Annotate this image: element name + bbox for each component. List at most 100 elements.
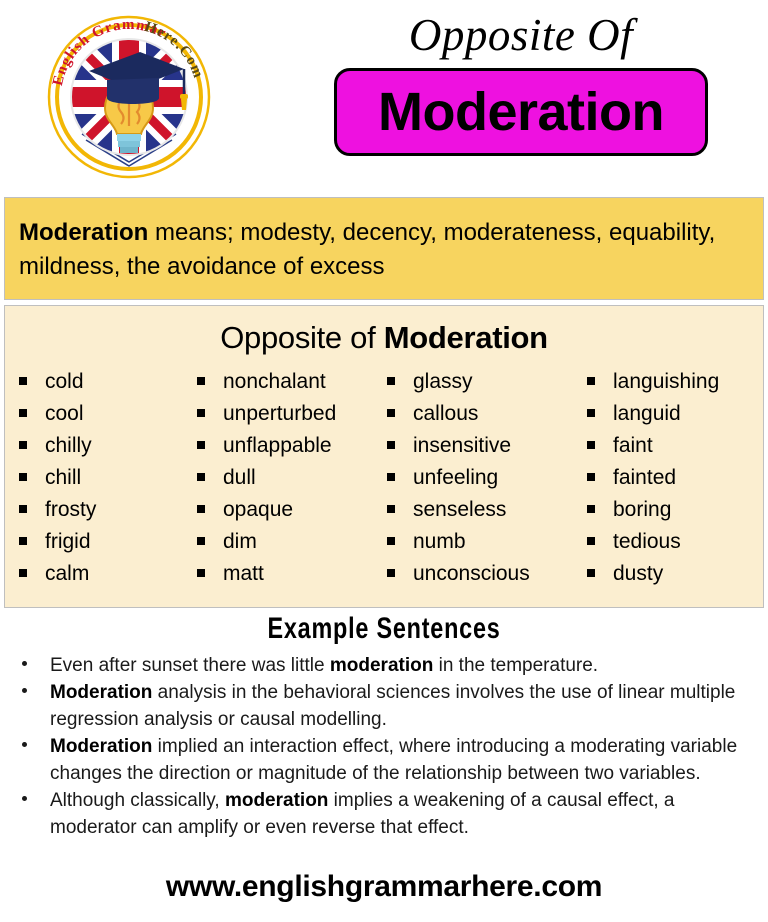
antonym-item: matt [197, 558, 377, 590]
headword-text: Moderation [378, 82, 665, 142]
antonym-item: senseless [387, 494, 577, 526]
antonyms-column-4: languishing languid faint fainted boring tedi… [577, 366, 765, 590]
square-bullet-icon [387, 441, 395, 449]
bullet-dot-icon [22, 688, 27, 693]
examples-section: Example Sentences Even after sunset ther… [0, 608, 768, 841]
square-bullet-icon [197, 537, 205, 545]
antonym-item: dull [197, 462, 377, 494]
antonym-item: chilly [19, 430, 187, 462]
square-bullet-icon [587, 473, 595, 481]
antonym-label: unfeeling [413, 466, 499, 489]
antonym-label: dusty [613, 562, 664, 585]
antonyms-heading-term: Moderation [383, 320, 548, 355]
footer-website-url: www.englishgrammarhere.com [165, 870, 603, 903]
antonym-label: frigid [45, 530, 91, 553]
antonym-item: nonchalant [197, 366, 377, 398]
square-bullet-icon [197, 409, 205, 417]
antonym-label: dim [223, 530, 257, 553]
antonym-label: insensitive [413, 434, 512, 457]
antonym-label: glassy [413, 370, 473, 393]
antonym-label: tedious [613, 530, 681, 553]
antonym-item: unflappable [197, 430, 377, 462]
antonyms-box: Opposite of Moderation cold cool chilly chi… [4, 305, 764, 608]
square-bullet-icon [197, 441, 205, 449]
square-bullet-icon [587, 505, 595, 513]
antonym-label: chill [45, 466, 82, 489]
antonym-item: opaque [197, 494, 377, 526]
square-bullet-icon [587, 569, 595, 577]
antonym-item: unperturbed [197, 398, 377, 430]
antonym-item: languid [587, 398, 765, 430]
example-keyword: moderation [224, 790, 329, 811]
square-bullet-icon [387, 505, 395, 513]
antonym-item: fainted [587, 462, 765, 494]
antonym-item: dusty [587, 558, 765, 590]
page-title-kicker: Opposite Of [408, 10, 634, 60]
antonym-item: numb [387, 526, 577, 558]
example-text: analysis in the behavioral sciences invo… [50, 682, 736, 730]
square-bullet-icon [387, 473, 395, 481]
square-bullet-icon [587, 441, 595, 449]
square-bullet-icon [587, 377, 595, 385]
square-bullet-icon [19, 505, 27, 513]
antonyms-heading-prefix: Opposite of [220, 320, 384, 355]
square-bullet-icon [387, 569, 395, 577]
square-bullet-icon [387, 537, 395, 545]
example-sentence: Although classically, moderation implies… [0, 787, 768, 841]
antonyms-column-2: nonchalant unperturbed unflappable dull opaq… [187, 366, 377, 590]
definition-term: Moderation [19, 219, 149, 246]
example-keyword: Moderation [50, 682, 153, 703]
antonym-label: languid [613, 402, 681, 425]
logo-badge-icon: English Grammar Here.Com [47, 15, 211, 179]
example-text: Although classically, [50, 790, 225, 811]
antonym-label: nonchalant [223, 370, 326, 393]
antonym-label: unconscious [413, 562, 530, 585]
square-bullet-icon [587, 537, 595, 545]
antonym-item: tedious [587, 526, 765, 558]
example-text: Even after sunset there was little [50, 655, 330, 676]
definition-text: Moderation means; modesty, decency, mode… [19, 216, 749, 284]
example-keyword: moderation [329, 655, 434, 676]
examples-heading: Example Sentences [267, 612, 501, 645]
antonym-item: dim [197, 526, 377, 558]
square-bullet-icon [197, 569, 205, 577]
antonym-item: insensitive [387, 430, 577, 462]
definition-box: Moderation means; modesty, decency, mode… [4, 197, 764, 300]
antonym-label: calm [45, 562, 90, 585]
antonym-item: callous [387, 398, 577, 430]
antonym-label: chilly [45, 434, 92, 457]
square-bullet-icon [587, 409, 595, 417]
square-bullet-icon [19, 441, 27, 449]
antonym-label: unflappable [223, 434, 332, 457]
bullet-dot-icon [22, 661, 27, 666]
antonym-label: boring [613, 498, 672, 521]
square-bullet-icon [197, 377, 205, 385]
square-bullet-icon [19, 377, 27, 385]
antonym-label: faint [613, 434, 653, 457]
antonyms-column-3: glassy callous insensitive unfeeling sensele… [377, 366, 577, 590]
title-area: Opposite Of Moderation [286, 6, 756, 156]
square-bullet-icon [19, 569, 27, 577]
antonym-item: cool [19, 398, 187, 430]
square-bullet-icon [19, 537, 27, 545]
antonym-label: matt [223, 562, 264, 585]
square-bullet-icon [387, 377, 395, 385]
square-bullet-icon [19, 473, 27, 481]
antonym-label: callous [413, 402, 479, 425]
antonym-label: numb [413, 530, 466, 553]
square-bullet-icon [197, 473, 205, 481]
antonym-item: cold [19, 366, 187, 398]
antonym-item: calm [19, 558, 187, 590]
bullet-dot-icon [22, 796, 27, 801]
antonym-item: languishing [587, 366, 765, 398]
example-sentence: Moderation analysis in the behavioral sc… [0, 679, 768, 733]
headword-badge: Moderation [334, 68, 708, 156]
antonym-item: glassy [387, 366, 577, 398]
antonym-item: boring [587, 494, 765, 526]
antonym-label: dull [223, 466, 256, 489]
example-sentence-list: Even after sunset there was little moder… [0, 652, 768, 841]
antonym-item: faint [587, 430, 765, 462]
antonyms-column-1: cold cool chilly chill frosty frigid calm [5, 366, 187, 590]
page-header: English Grammar Here.Com Opposite Of Mod… [0, 0, 768, 194]
antonyms-columns: cold cool chilly chill frosty frigid calm nonc… [5, 366, 765, 590]
